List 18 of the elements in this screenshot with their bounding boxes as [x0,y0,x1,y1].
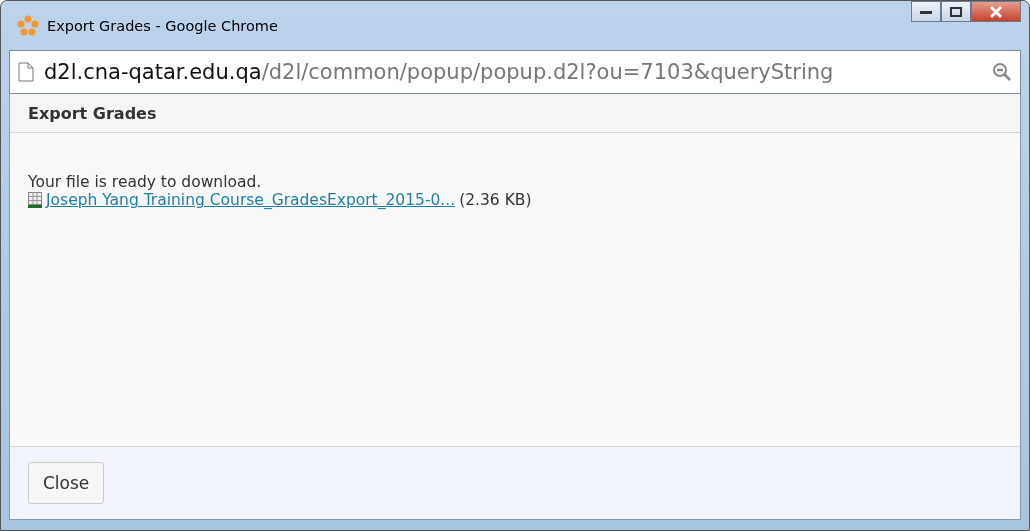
file-link[interactable]: Joseph Yang Training Course_GradesExport_2015-0... [46,191,456,209]
file-size: (2.36 KB) [459,191,532,209]
address-bar[interactable]: d2l.cna-qatar.edu.qa/d2l/common/popup/popup.d2l?ou=7103&queryString [9,50,1021,94]
close-button[interactable] [971,1,1021,22]
maximize-icon [950,6,962,17]
dialog-title: Export Grades [28,103,157,123]
window-title: Export Grades - Google Chrome [47,17,278,34]
spreadsheet-icon [28,192,42,208]
minimize-button[interactable] [911,1,941,22]
close-icon [989,5,1003,18]
flower-icon [17,14,39,37]
url-text: d2l.cna-qatar.edu.qa/d2l/common/popup/popup.d2l?ou=7103&queryString [44,60,835,84]
maximize-button[interactable] [941,1,971,22]
message-text: Your file is ready to download. [28,173,263,191]
close-dialog-button[interactable]: Close [28,462,105,504]
zoom-icon[interactable] [992,62,1012,82]
minimize-icon [920,9,932,14]
page-icon [18,62,34,82]
